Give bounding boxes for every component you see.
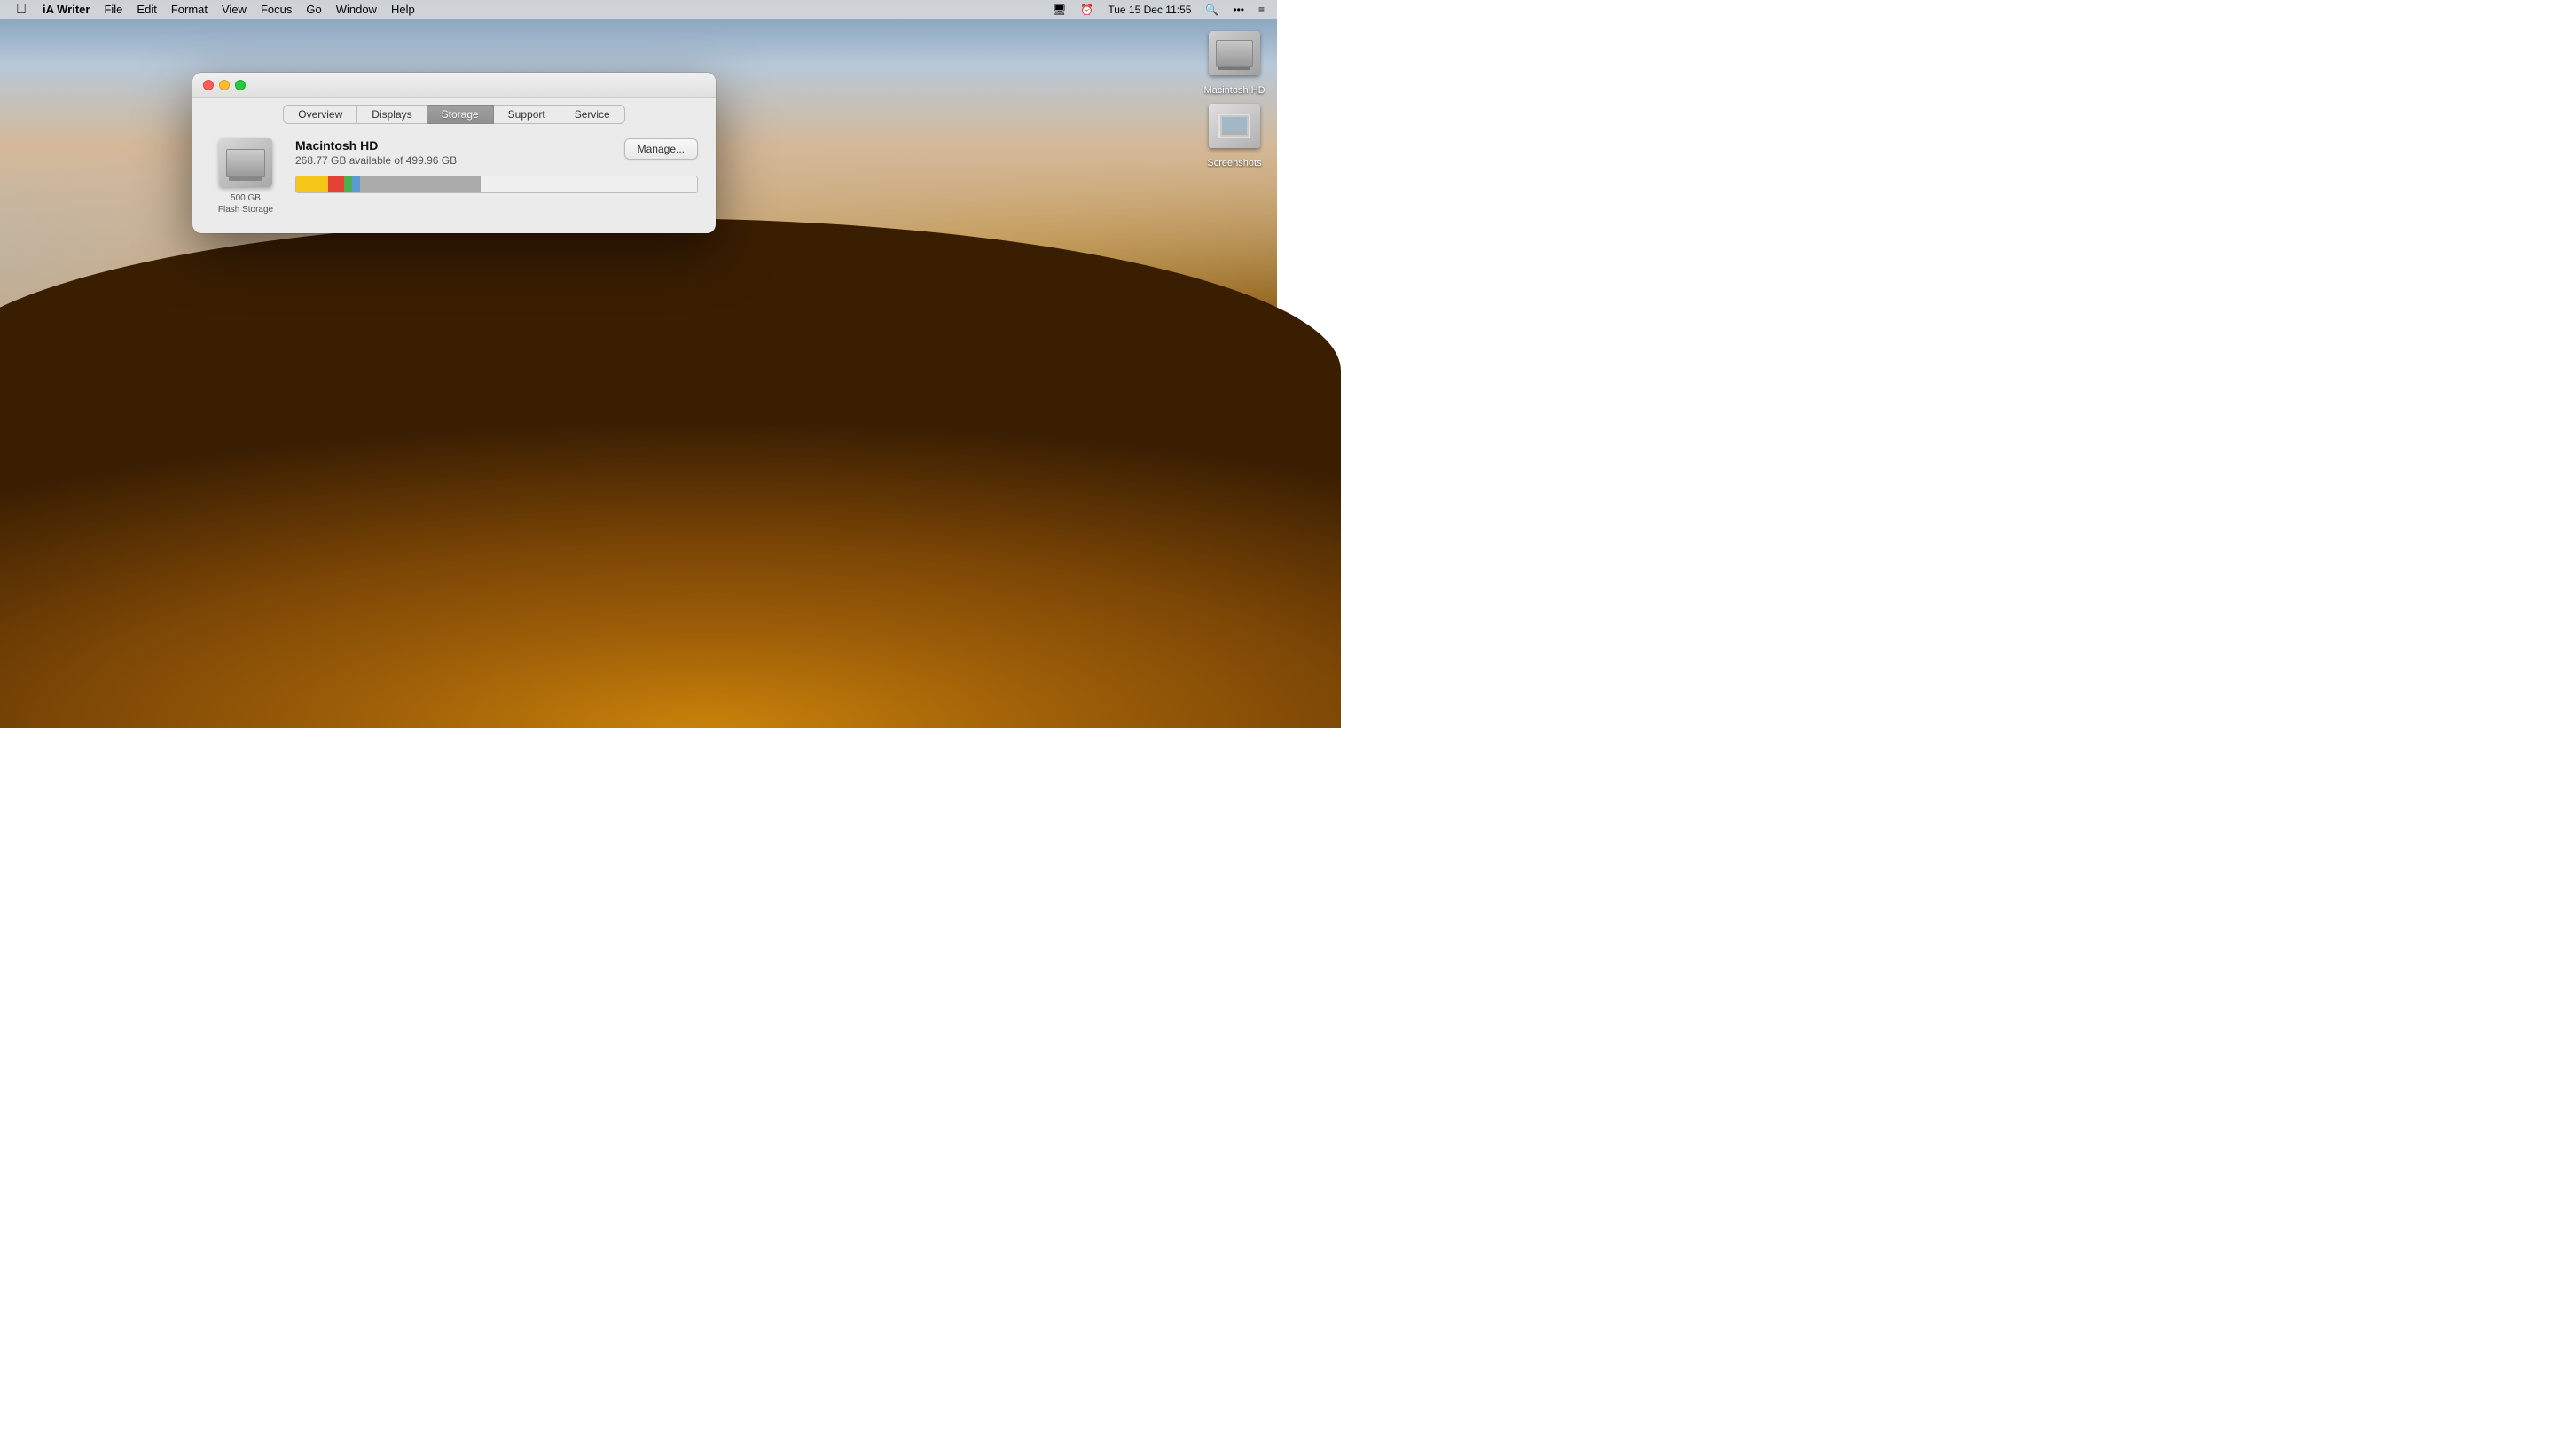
view-menu[interactable]: View (215, 0, 254, 19)
screenshots-icon-image (1206, 98, 1263, 154)
minimize-button[interactable] (219, 80, 230, 90)
menubar-right: 🖥 ⏰ Tue 15 Dec 11:55 🔍 ••• ≡ (1047, 0, 1270, 19)
manage-button[interactable]: Manage... (624, 138, 698, 160)
focus-menu[interactable]: Focus (254, 0, 299, 19)
macintosh-hd-icon[interactable]: Macintosh HD (1199, 25, 1270, 97)
notification-center-icon[interactable]: ≡ (1253, 0, 1270, 19)
file-menu[interactable]: File (97, 0, 129, 19)
dune-shape (0, 218, 1341, 728)
bar-segment-other (352, 176, 360, 192)
menubar:  iA Writer File Edit Format View Focus … (0, 0, 1277, 19)
bar-segment-system (360, 176, 481, 192)
about-this-mac-window: Overview Displays Storage Support Servic… (192, 73, 716, 233)
menubar-left:  iA Writer File Edit Format View Focus … (7, 0, 1047, 19)
drive-type: Flash Storage (218, 204, 273, 215)
tab-storage[interactable]: Storage (427, 105, 494, 124)
screenshots-icon-desktop[interactable]: Screenshots (1199, 98, 1270, 169)
drive-size-label: 500 GB Flash Storage (218, 192, 273, 215)
tab-overview[interactable]: Overview (283, 105, 357, 124)
tab-support[interactable]: Support (494, 105, 560, 124)
traffic-lights (203, 80, 246, 90)
spotlight-icon[interactable]: 🔍 (1200, 0, 1224, 19)
help-menu[interactable]: Help (384, 0, 422, 19)
hd-icon-image (1206, 25, 1263, 82)
edit-menu[interactable]: Edit (129, 0, 163, 19)
bar-segment-photos (344, 176, 352, 192)
storage-bar (295, 176, 698, 193)
maximize-button[interactable] (235, 80, 246, 90)
storage-available-text: 268.77 GB available of 499.96 GB (295, 154, 457, 167)
window-titlebar (192, 73, 716, 98)
tab-bar: Overview Displays Storage Support Servic… (192, 98, 716, 124)
format-menu[interactable]: Format (164, 0, 215, 19)
bar-segment-docs (328, 176, 344, 192)
window-menu[interactable]: Window (329, 0, 384, 19)
drive-icon-large (219, 138, 272, 187)
storage-drive-name: Macintosh HD (295, 138, 457, 153)
screenshots-label: Screenshots (1207, 158, 1261, 169)
app-name[interactable]: iA Writer (35, 0, 97, 19)
close-button[interactable] (203, 80, 214, 90)
go-menu[interactable]: Go (299, 0, 328, 19)
storage-info: Macintosh HD 268.77 GB available of 499.… (295, 138, 698, 193)
storage-name-block: Macintosh HD 268.77 GB available of 499.… (295, 138, 457, 167)
screenshots-icon-shape (1209, 104, 1260, 148)
screenshot-thumbnail-svg (1218, 114, 1250, 138)
hd-icon-shape (1209, 31, 1260, 75)
tab-displays[interactable]: Displays (357, 105, 427, 124)
datetime[interactable]: Tue 15 Dec 11:55 (1102, 0, 1196, 19)
storage-header: Macintosh HD 268.77 GB available of 499.… (295, 138, 698, 167)
bar-segment-apps (296, 176, 328, 192)
storage-row: 500 GB Flash Storage Macintosh HD 268.77… (210, 138, 698, 215)
time-machine-icon[interactable]: ⏰ (1075, 0, 1099, 19)
tab-service[interactable]: Service (560, 105, 625, 124)
extras-icon[interactable]: ••• (1227, 0, 1250, 19)
drive-size: 500 GB (218, 192, 273, 204)
macintosh-hd-label: Macintosh HD (1203, 85, 1265, 97)
apple-menu[interactable]:  (7, 0, 35, 19)
window-content: 500 GB Flash Storage Macintosh HD 268.77… (192, 124, 716, 233)
display-icon[interactable]: 🖥 (1047, 0, 1071, 19)
bar-segment-free (481, 176, 697, 192)
drive-section: 500 GB Flash Storage (210, 138, 281, 215)
